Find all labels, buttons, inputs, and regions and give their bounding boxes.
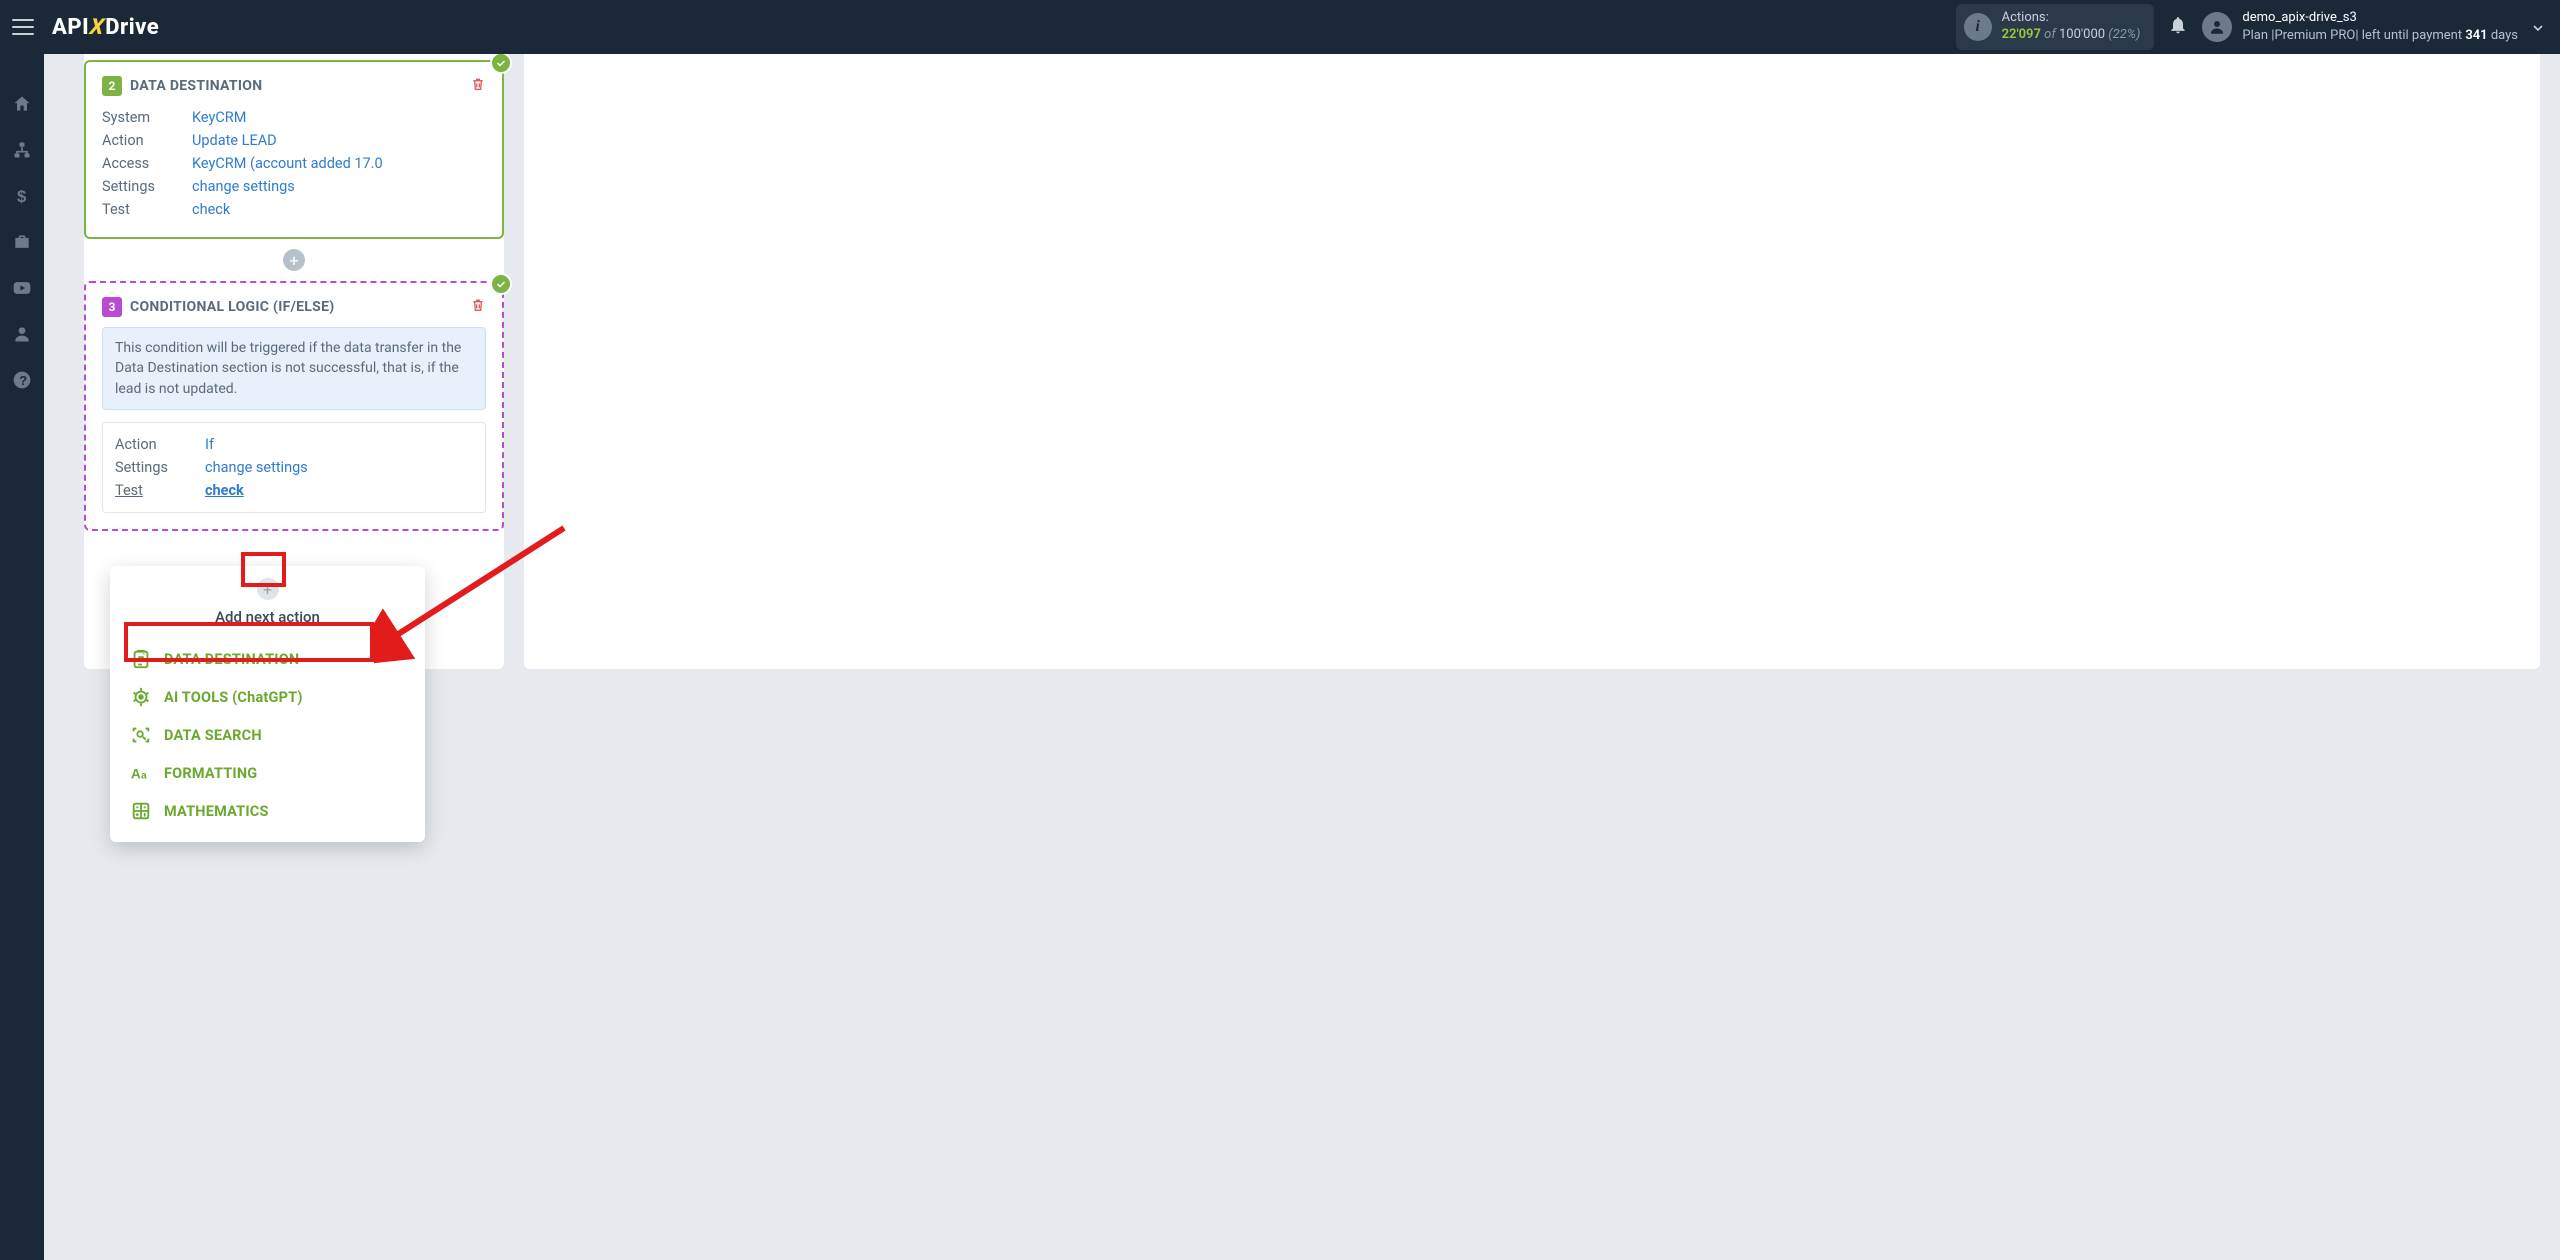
logo-drive: Drive	[105, 15, 159, 40]
condition-info: This condition will be triggered if the …	[102, 327, 486, 410]
menu-burger[interactable]	[12, 19, 34, 35]
svg-text:$: $	[17, 187, 27, 206]
briefcase-icon[interactable]	[12, 232, 32, 252]
topbar: API X Drive i Actions: 22'097 of 100'000…	[0, 0, 2560, 54]
step-number: 2	[102, 76, 122, 96]
logo-x: X	[88, 15, 106, 40]
brain-icon	[130, 686, 152, 708]
action-link[interactable]: If	[205, 436, 214, 453]
add-step-button[interactable]: +	[283, 249, 305, 271]
popup-title: Add next action	[110, 608, 425, 626]
scan-search-icon	[130, 724, 152, 746]
svg-text:?: ?	[19, 373, 27, 388]
actions-of: of	[2044, 27, 2056, 42]
svg-text:A: A	[131, 767, 141, 782]
step-title: CONDITIONAL LOGIC (IF/ELSE)	[130, 299, 334, 315]
action-label: Action	[102, 132, 192, 149]
sidenav: $ ?	[0, 54, 44, 1260]
actions-used: 22'097	[2002, 27, 2041, 42]
actions-pct: (22%)	[2108, 27, 2140, 42]
svg-text:a: a	[141, 771, 147, 782]
actions-label: Actions:	[2002, 10, 2141, 27]
step-number: 3	[102, 297, 122, 317]
trash-icon[interactable]	[470, 76, 486, 96]
popup-item-ai-tools[interactable]: AI TOOLS (ChatGPT)	[110, 678, 425, 716]
trash-icon[interactable]	[470, 297, 486, 317]
user-plan: Plan |Premium PRO| left until payment 34…	[2242, 27, 2518, 45]
popup-item-data-destination[interactable]: DATA DESTINATION	[110, 640, 425, 678]
clipboard-icon	[130, 648, 152, 670]
home-icon[interactable]	[12, 94, 32, 114]
logo[interactable]: API X Drive	[52, 15, 159, 40]
check-icon	[490, 273, 512, 295]
check-icon	[490, 52, 512, 74]
popup-item-label: MATHEMATICS	[164, 803, 269, 820]
settings-label: Settings	[102, 178, 192, 195]
actions-total: 100'000	[2059, 27, 2105, 42]
content-panel	[524, 54, 2540, 669]
sitemap-icon[interactable]	[12, 140, 32, 160]
access-label: Access	[102, 155, 192, 172]
popup-item-label: FORMATTING	[164, 765, 257, 782]
action-label: Action	[115, 436, 205, 453]
info-icon: i	[1964, 13, 1992, 41]
user-icon[interactable]	[12, 324, 32, 344]
logo-api: API	[52, 15, 89, 40]
system-label: System	[102, 109, 192, 126]
action-link[interactable]: Update LEAD	[192, 132, 277, 149]
plus-icon[interactable]: +	[257, 578, 279, 600]
user-menu[interactable]: demo_apix-drive_s3 Plan |Premium PRO| le…	[2202, 9, 2548, 44]
test-label: Test	[115, 482, 205, 499]
canvas: 2 DATA DESTINATION SystemKeyCRM ActionUp…	[44, 54, 2560, 1260]
chevron-down-icon[interactable]	[2530, 20, 2546, 40]
access-link[interactable]: KeyCRM (account added 17.0	[192, 155, 383, 172]
popup-item-label: AI TOOLS (ChatGPT)	[164, 689, 303, 706]
popup-item-mathematics[interactable]: MATHEMATICS	[110, 792, 425, 830]
test-label: Test	[102, 201, 192, 218]
actions-quota[interactable]: i Actions: 22'097 of 100'000 (22%)	[1956, 4, 2155, 50]
step-conditional-logic[interactable]: 3 CONDITIONAL LOGIC (IF/ELSE) This condi…	[84, 281, 504, 531]
test-link[interactable]: check	[205, 482, 244, 499]
popup-item-label: DATA DESTINATION	[164, 651, 299, 668]
user-name: demo_apix-drive_s3	[2242, 9, 2518, 27]
popup-item-label: DATA SEARCH	[164, 727, 262, 744]
system-link[interactable]: KeyCRM	[192, 109, 246, 126]
step-title: DATA DESTINATION	[130, 78, 262, 94]
step-data-destination[interactable]: 2 DATA DESTINATION SystemKeyCRM ActionUp…	[84, 60, 504, 239]
help-icon[interactable]: ?	[12, 370, 32, 390]
popup-item-data-search[interactable]: DATA SEARCH	[110, 716, 425, 754]
add-action-popup: + Add next action DATA DESTINATION AI TO…	[110, 566, 425, 842]
bell-icon[interactable]	[2168, 15, 2188, 39]
text-aa-icon: Aa	[130, 762, 152, 784]
youtube-icon[interactable]	[12, 278, 32, 298]
test-link[interactable]: check	[192, 201, 230, 218]
avatar-icon	[2202, 12, 2232, 42]
calculator-icon	[130, 800, 152, 822]
settings-link[interactable]: change settings	[205, 459, 308, 476]
settings-label: Settings	[115, 459, 205, 476]
dollar-icon[interactable]: $	[12, 186, 32, 206]
popup-item-formatting[interactable]: Aa FORMATTING	[110, 754, 425, 792]
settings-link[interactable]: change settings	[192, 178, 295, 195]
